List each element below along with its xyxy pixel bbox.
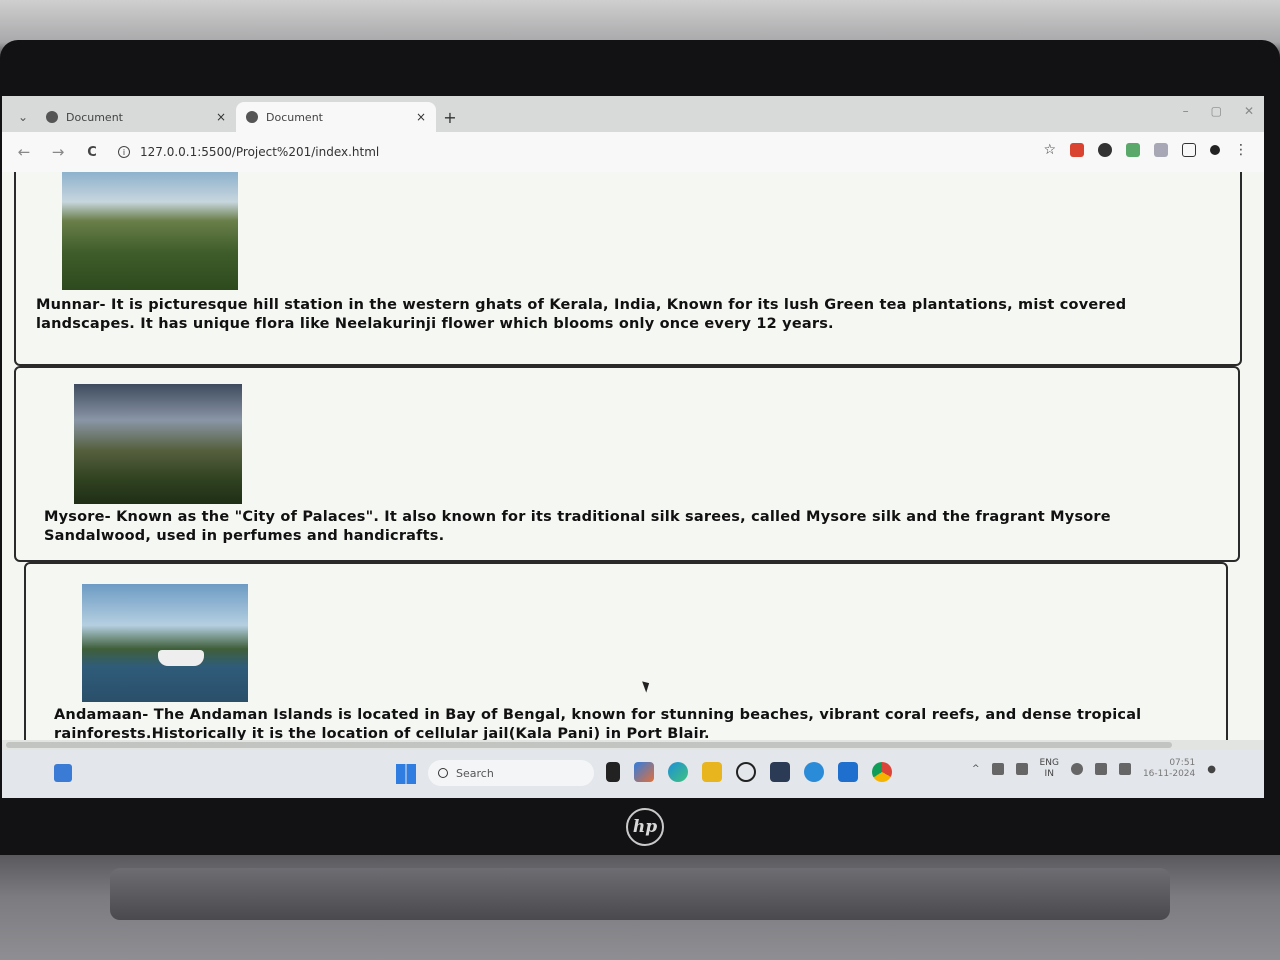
munnar-caption: Munnar- It is picturesque hill station i… [36,297,1127,332]
close-tab-icon[interactable]: × [416,110,426,124]
forward-button[interactable]: → [50,143,66,161]
search-icon [438,768,448,778]
vscode-icon[interactable] [838,762,858,782]
profile-avatar-icon[interactable] [1210,145,1220,155]
clock-time: 07:51 [1169,758,1196,768]
browser-menu-icon[interactable]: ⋮ [1234,142,1248,158]
new-tab-button[interactable]: + [436,102,464,132]
folder-icon[interactable] [702,762,722,782]
horizontal-scrollbar[interactable] [2,740,1264,750]
system-tray: ^ ENG IN 07:51 16-11-2024 ● [972,758,1216,780]
tab-bar: ⌄ Document × Document × + – ▢ ✕ [2,96,1264,132]
tab-document-2[interactable]: Document × [236,102,436,132]
page-content: Munnar- It is picturesque hill station i… [2,172,1264,750]
tray-cloud-icon[interactable] [1015,763,1028,775]
extension-grammarly-icon[interactable] [1098,143,1112,157]
file-explorer-icon[interactable] [606,762,620,782]
mysore-caption: Mysore- Known as the "City of Palaces". … [44,509,1111,544]
url-text: 127.0.0.1:5500/Project%201/index.html [140,145,380,159]
extension-red-icon[interactable] [1070,143,1084,157]
close-tab-icon[interactable]: × [216,110,226,124]
notification-bell-icon[interactable]: ● [1207,764,1216,775]
clock[interactable]: 07:51 16-11-2024 [1143,758,1195,780]
destination-card-andamaan: Andamaan- The Andaman Islands is located… [24,562,1228,750]
language-code: ENG [1039,758,1059,768]
destination-card-mysore: Mysore- Known as the "City of Palaces". … [14,366,1240,562]
taskbar-apps [606,762,892,782]
laptop-hinge [110,868,1170,920]
back-button[interactable]: ← [16,143,32,161]
chrome-icon[interactable] [872,762,892,782]
language-indicator[interactable]: ENG IN [1040,758,1059,780]
scrollbar-thumb[interactable] [6,742,1172,748]
andamaan-image [82,584,248,702]
mysore-image [74,384,242,504]
tab-title: Document [266,110,323,124]
extensions-area: ☆ ⋮ [1043,142,1248,158]
bookmark-star-icon[interactable]: ☆ [1043,142,1056,158]
copilot-icon[interactable] [634,762,654,782]
site-info-icon[interactable]: i [118,146,130,158]
whatsapp-icon[interactable] [736,762,756,782]
widgets-icon[interactable] [54,764,72,782]
search-placeholder: Search [456,766,494,780]
tray-app-icon[interactable] [991,763,1004,775]
boat-shape [158,650,204,666]
tab-document-1[interactable]: Document × [36,102,236,132]
tab-search-menu-icon[interactable]: ⌄ [10,102,36,132]
globe-icon [46,111,58,123]
windows-taskbar: Search ^ ENG IN 07:51 16-11-2024 ● [2,750,1264,798]
address-bar[interactable]: i 127.0.0.1:5500/Project%201/index.html [118,138,978,166]
munnar-image [62,172,238,290]
browser-toolbar: ← → C i 127.0.0.1:5500/Project%201/index… [2,132,1264,172]
extensions-puzzle-icon[interactable] [1182,143,1196,157]
show-hidden-icons-icon[interactable]: ^ [972,764,980,774]
andamaan-caption: Andamaan- The Andaman Islands is located… [54,707,1142,742]
edge-icon[interactable] [668,762,688,782]
window-controls: – ▢ ✕ [1183,104,1254,118]
wifi-icon[interactable] [1070,763,1083,775]
reload-button[interactable]: C [84,145,100,160]
taskbar-search-box[interactable]: Search [428,760,594,786]
battery-icon[interactable] [1118,763,1131,775]
telegram-icon[interactable] [804,762,824,782]
minimize-button[interactable]: – [1183,104,1189,118]
language-region: IN [1044,769,1054,779]
tab-title: Document [66,110,123,124]
hp-logo: hp [626,808,664,846]
volume-icon[interactable] [1094,763,1107,775]
maximize-button[interactable]: ▢ [1211,104,1222,118]
extension-gray-icon[interactable] [1154,143,1168,157]
extension-green-icon[interactable] [1126,143,1140,157]
close-window-button[interactable]: ✕ [1244,104,1254,118]
clock-date: 16-11-2024 [1142,769,1196,779]
store-icon[interactable] [770,762,790,782]
windows-start-icon[interactable] [396,764,416,784]
destination-card-munnar: Munnar- It is picturesque hill station i… [14,172,1242,366]
globe-icon [246,111,258,123]
laptop-screen: ⌄ Document × Document × + – ▢ ✕ ← → C i … [2,96,1264,798]
